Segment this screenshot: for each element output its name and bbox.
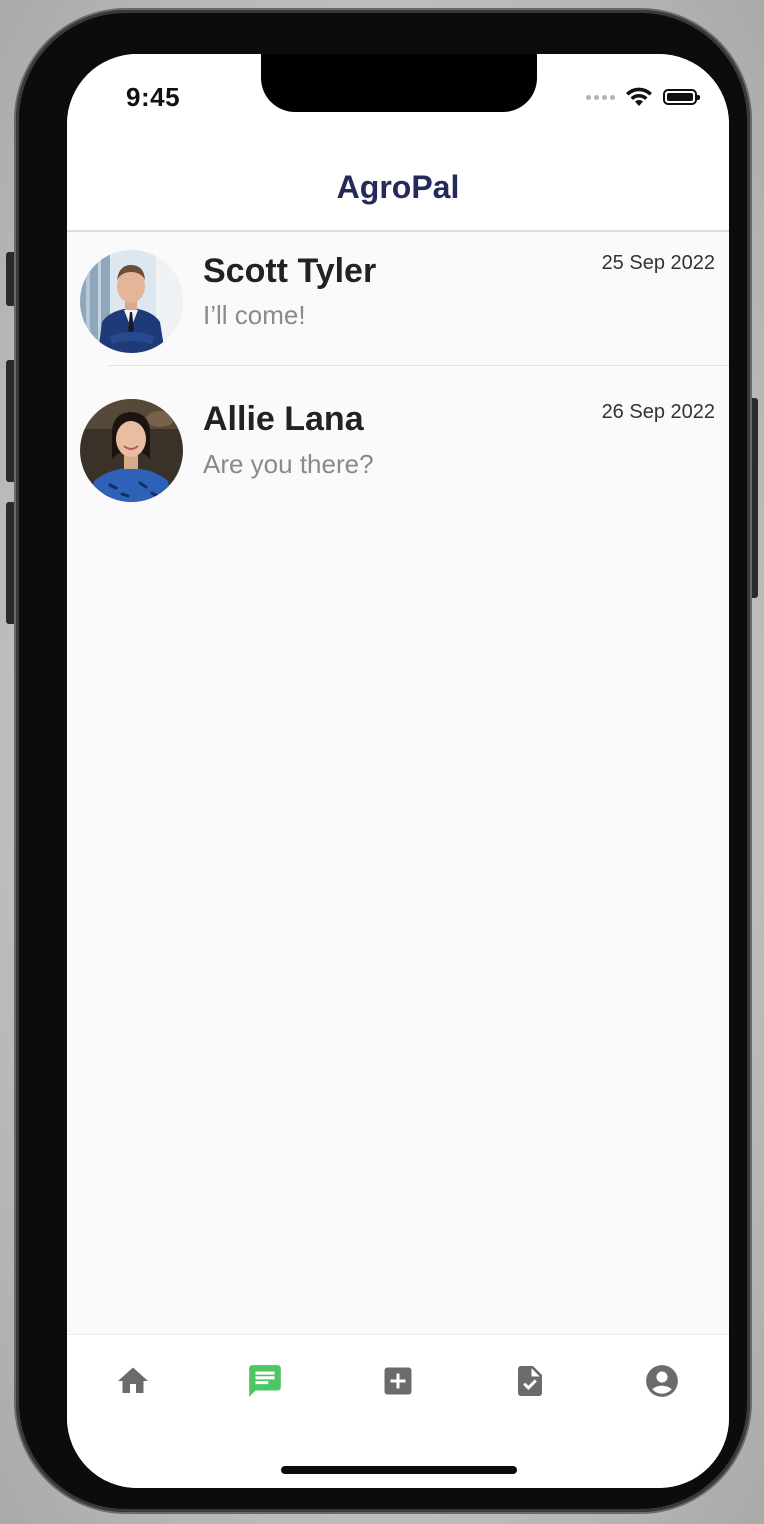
- chat-list-item-allie-lana[interactable]: Allie Lana Are you there? 26 Sep 2022: [67, 366, 729, 516]
- app-title: AgroPal: [336, 168, 460, 205]
- chat-date: 25 Sep 2022: [601, 252, 715, 274]
- bottom-nav: [67, 1334, 729, 1488]
- chat-name: Scott Tyler: [203, 252, 377, 290]
- volume-up-button: [6, 360, 16, 482]
- avatar: [80, 250, 183, 353]
- device-background: 9:45 AgroPal Scott Tyler I’ll come! 25 S…: [0, 0, 764, 1524]
- chat-list: Scott Tyler I’ll come! 25 Sep 2022 Allie…: [67, 232, 729, 516]
- home-icon: [118, 1367, 148, 1393]
- avatar: [80, 399, 183, 502]
- nav-documents[interactable]: [510, 1361, 550, 1401]
- chat-date: 26 Sep 2022: [601, 401, 715, 423]
- volume-down-button: [6, 502, 16, 624]
- nav-messages[interactable]: [245, 1361, 285, 1401]
- nav-home[interactable]: [113, 1361, 153, 1401]
- chat-icon: [249, 1365, 281, 1397]
- nav-add[interactable]: [378, 1361, 418, 1401]
- wifi-icon: [626, 87, 652, 106]
- battery-icon: [663, 89, 700, 105]
- status-time: 9:45: [126, 82, 181, 112]
- notch: [261, 54, 537, 112]
- add-box-icon: [384, 1367, 412, 1395]
- status-icons: [586, 86, 700, 108]
- home-indicator[interactable]: [281, 1466, 517, 1474]
- mute-switch: [6, 252, 16, 306]
- app-bar: AgroPal: [67, 144, 729, 232]
- chat-list-item-scott-tyler[interactable]: Scott Tyler I’ll come! 25 Sep 2022: [67, 232, 729, 366]
- chat-last-message: Are you there?: [203, 449, 374, 479]
- document-check-icon: [518, 1366, 542, 1396]
- screen: 9:45 AgroPal Scott Tyler I’ll come! 25 S…: [67, 54, 729, 1488]
- account-circle-icon: [646, 1365, 678, 1397]
- chat-name: Allie Lana: [203, 400, 364, 438]
- nav-profile[interactable]: [642, 1361, 682, 1401]
- cellular-signal-icon: [586, 94, 615, 100]
- phone-frame: 9:45 AgroPal Scott Tyler I’ll come! 25 S…: [16, 10, 750, 1512]
- chat-last-message: I’ll come!: [203, 300, 306, 330]
